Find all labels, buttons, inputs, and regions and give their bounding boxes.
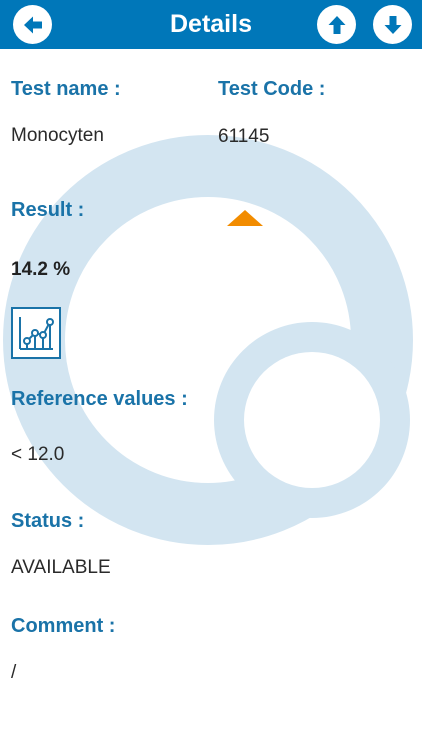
arrow-up-icon bbox=[328, 15, 345, 34]
test-name-value: Monocyten bbox=[11, 125, 104, 146]
test-code-label: Test Code : bbox=[218, 78, 326, 100]
arrow-down-icon bbox=[384, 15, 401, 34]
page-title: Details bbox=[170, 10, 252, 38]
previous-button[interactable] bbox=[317, 5, 356, 44]
arrow-left-icon bbox=[23, 16, 42, 33]
comment-value: / bbox=[11, 662, 17, 683]
triangle-up-icon bbox=[227, 210, 263, 226]
test-name-label: Test name : bbox=[11, 78, 121, 100]
status-value: AVAILABLE bbox=[11, 557, 111, 578]
chart-button[interactable] bbox=[11, 307, 61, 359]
header-bar: Details bbox=[0, 0, 422, 49]
result-label: Result : bbox=[11, 199, 85, 221]
comment-label: Comment : bbox=[11, 615, 116, 637]
back-button[interactable] bbox=[13, 5, 52, 44]
status-label: Status : bbox=[11, 510, 85, 532]
result-value: 14.2 % bbox=[11, 259, 71, 280]
reference-values-label: Reference values : bbox=[11, 388, 188, 410]
next-button[interactable] bbox=[373, 5, 412, 44]
reference-values-value: < 12.0 bbox=[11, 444, 65, 465]
line-chart-icon bbox=[19, 317, 54, 350]
test-code-value: 61145 bbox=[218, 126, 270, 147]
